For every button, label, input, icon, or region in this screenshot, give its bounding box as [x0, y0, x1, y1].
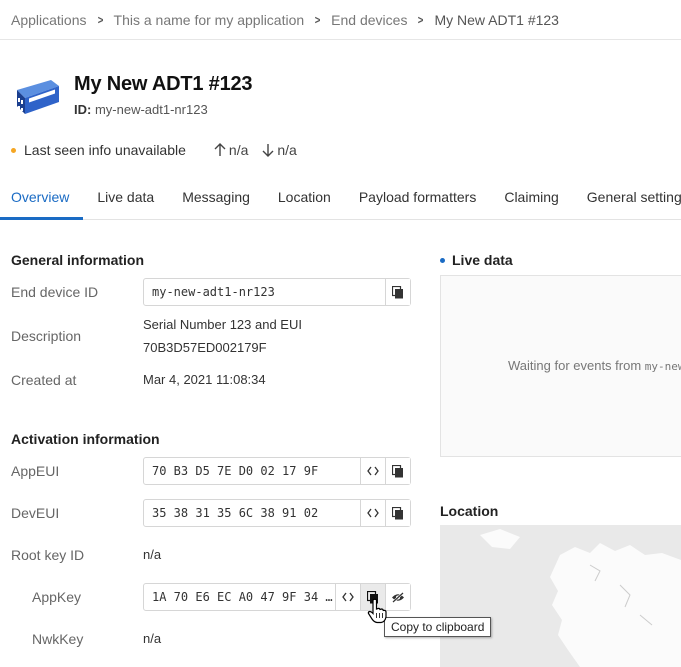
appeui-value: 70 B3 D5 7E D0 02 17 9F — [152, 464, 319, 478]
eye-off-icon — [392, 591, 404, 603]
breadcrumb-applications[interactable]: Applications — [11, 12, 87, 28]
breadcrumb-end-devices[interactable]: End devices — [331, 12, 407, 28]
location-title: Location — [440, 503, 499, 519]
tab-overview[interactable]: Overview — [0, 178, 84, 220]
location-map[interactable] — [440, 525, 681, 667]
id-label: ID: — [74, 102, 92, 117]
tab-payload-formatters[interactable]: Payload formatters — [345, 178, 491, 220]
copy-icon — [392, 285, 403, 298]
copy-deveui-button[interactable] — [385, 500, 410, 526]
nwkkey-value: n/a — [143, 631, 162, 646]
status-row: Last seen info unavailable n/a n/a — [11, 142, 297, 158]
code-icon — [367, 508, 379, 518]
description-line-1: Serial Number 123 and EUI — [143, 317, 302, 332]
tab-location[interactable]: Location — [264, 178, 345, 220]
uplink-counter: n/a — [214, 142, 248, 158]
device-id: my-new-adt1-nr123 — [94, 102, 208, 117]
end-device-id-value: my-new-adt1-nr123 — [152, 285, 275, 299]
chevron-right-icon: > — [314, 12, 321, 27]
status-dot-icon — [11, 147, 16, 153]
description-line-2: 70B3D57ED002179F — [143, 340, 267, 355]
copy-appeui-button[interactable] — [385, 458, 410, 484]
description-value: Serial Number 123 and EUI 70B3D57ED00217… — [143, 313, 302, 359]
device-icon — [17, 80, 59, 114]
live-dot-icon — [440, 257, 445, 263]
waiting-text: Waiting for events from — [508, 358, 645, 373]
nwkkey-label: NwkKey — [32, 631, 84, 647]
toggle-format-button[interactable] — [360, 500, 385, 526]
root-key-id-label: Root key ID — [11, 547, 85, 563]
downlink-counter: n/a — [262, 142, 297, 158]
created-at-value: Mar 4, 2021 11:08:34 — [143, 372, 266, 387]
toggle-visibility-button[interactable] — [385, 584, 410, 610]
tab-bar: Overview Live data Messaging Location Pa… — [0, 178, 681, 220]
tab-messaging[interactable]: Messaging — [168, 178, 264, 220]
deveui-field: 35 38 31 35 6C 38 91 02 — [143, 499, 411, 527]
breadcrumb-current: My New ADT1 #123 — [434, 11, 559, 28]
live-data-title-text: Live data — [452, 252, 513, 268]
chevron-right-icon: > — [418, 12, 424, 27]
created-at-label: Created at — [11, 372, 77, 388]
appeui-label: AppEUI — [11, 463, 60, 479]
copy-icon — [392, 464, 403, 477]
downlink-value: n/a — [277, 142, 297, 158]
root-key-id-value: n/a — [143, 547, 162, 562]
breadcrumb: Applications > This a name for my applic… — [0, 0, 681, 40]
tab-general-settings[interactable]: General settings — [573, 178, 681, 220]
live-data-panel[interactable]: Waiting for events from my-new — [440, 275, 681, 457]
arrow-up-icon — [214, 143, 226, 156]
description-label: Description — [11, 328, 82, 344]
arrow-down-icon — [262, 144, 274, 157]
page-title: My New ADT1 #123 — [74, 73, 253, 95]
chevron-right-icon: > — [97, 12, 103, 27]
toggle-format-button[interactable] — [360, 458, 385, 484]
appkey-value: 1A 70 E6 EC A0 47 9F 34 81… — [152, 590, 335, 604]
map-landmass — [480, 529, 681, 667]
appeui-field: 70 B3 D5 7E D0 02 17 9F — [143, 457, 411, 485]
hand-cursor-icon — [367, 598, 387, 624]
waiting-message: Waiting for events from my-new — [508, 358, 681, 373]
deveui-label: DevEUI — [11, 505, 60, 521]
code-icon — [342, 592, 354, 602]
end-device-id-field: my-new-adt1-nr123 — [143, 278, 411, 306]
general-info-title: General information — [11, 252, 145, 268]
breadcrumb-application[interactable]: This a name for my application — [114, 12, 305, 28]
copy-tooltip: Copy to clipboard — [384, 617, 492, 637]
copy-icon — [392, 506, 403, 519]
copy-end-device-id-button[interactable] — [385, 279, 410, 305]
activation-info-title: Activation information — [11, 431, 160, 447]
tab-claiming[interactable]: Claiming — [490, 178, 572, 220]
toggle-format-button[interactable] — [335, 584, 360, 610]
deveui-value: 35 38 31 35 6C 38 91 02 — [152, 506, 319, 520]
tab-live-data[interactable]: Live data — [83, 178, 168, 220]
waiting-device-id: my-new — [644, 360, 681, 373]
appkey-label: AppKey — [32, 589, 82, 605]
device-id-line: ID: my-new-adt1-nr123 — [74, 102, 208, 117]
end-device-id-label: End device ID — [11, 284, 99, 300]
code-icon — [367, 466, 379, 476]
last-seen-text: Last seen info unavailable — [24, 142, 186, 158]
live-data-title: Live data — [440, 252, 513, 268]
uplink-value: n/a — [228, 142, 249, 158]
